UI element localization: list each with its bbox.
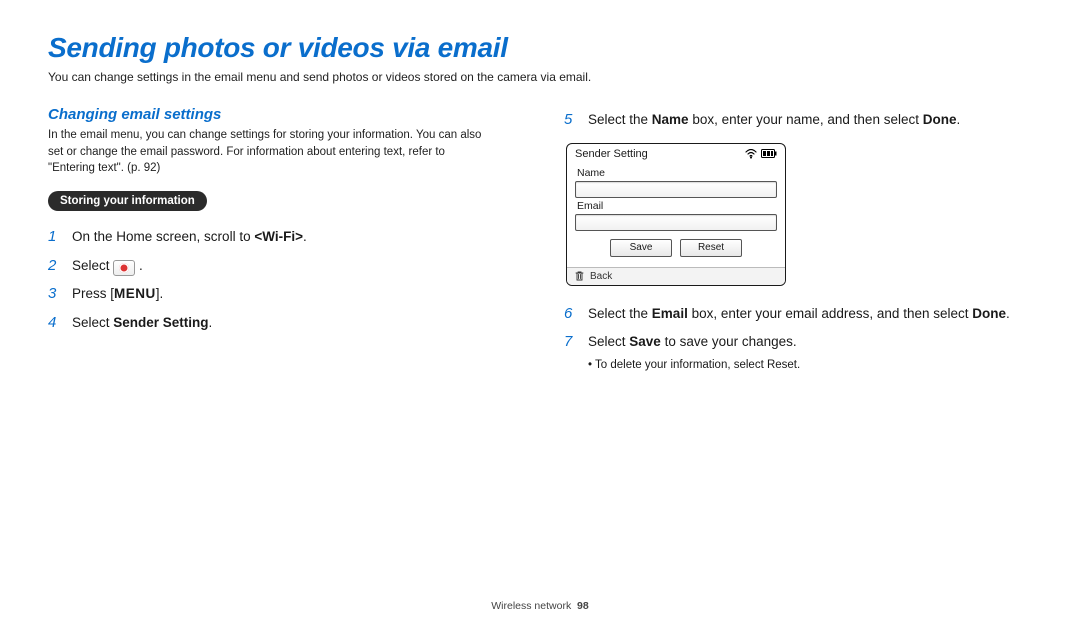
at-symbol-icon	[119, 263, 129, 273]
step-5: 5 Select the Name box, enter your name, …	[564, 106, 1032, 135]
manual-page: Sending photos or videos via email You c…	[0, 0, 1080, 630]
wifi-icon	[745, 149, 757, 159]
page-footer: Wireless network 98	[0, 600, 1080, 612]
steps-right-continued: 6 Select the Email box, enter your email…	[564, 300, 1032, 357]
step-text: Press [MENU].	[72, 281, 163, 307]
back-label[interactable]: Back	[590, 271, 612, 282]
name-input[interactable]	[575, 181, 777, 198]
steps-right: 5 Select the Name box, enter your name, …	[564, 106, 1032, 135]
step-text: Select the Name box, enter your name, an…	[588, 107, 960, 133]
step-text: Select the Email box, enter your email a…	[588, 301, 1010, 327]
step-7-sub: To delete your information, select Reset…	[588, 357, 1032, 374]
device-title: Sender Setting	[575, 148, 648, 160]
name-label: Name	[577, 167, 777, 179]
step-text: Select .	[72, 253, 143, 279]
step-7: 7 Select Save to save your changes.	[564, 328, 1032, 357]
content-columns: Changing email settings In the email men…	[48, 106, 1032, 374]
page-title: Sending photos or videos via email	[48, 32, 1032, 64]
step-number: 4	[48, 309, 62, 338]
step-2: 2 Select .	[48, 252, 516, 281]
page-number: 98	[577, 600, 589, 612]
email-label: Email	[577, 200, 777, 212]
status-icons	[745, 149, 777, 159]
step-text: On the Home screen, scroll to <Wi-Fi>.	[72, 224, 307, 250]
device-body: Name Email Save Reset	[567, 163, 785, 267]
device-header: Sender Setting	[567, 144, 785, 163]
device-footer: Back	[567, 267, 785, 285]
section-heading: Changing email settings	[48, 106, 516, 123]
device-buttons: Save Reset	[575, 239, 777, 257]
step-number: 5	[564, 106, 578, 135]
save-button[interactable]: Save	[610, 239, 672, 257]
step-1: 1 On the Home screen, scroll to <Wi-Fi>.	[48, 223, 516, 252]
subsection-pill: Storing your information	[48, 191, 207, 211]
step-6: 6 Select the Email box, enter your email…	[564, 300, 1032, 329]
page-intro: You can change settings in the email men…	[48, 70, 1032, 84]
step-number: 3	[48, 280, 62, 309]
trash-icon	[575, 271, 584, 281]
device-screenshot: Sender Setting Name Email	[566, 143, 786, 286]
reset-button[interactable]: Reset	[680, 239, 742, 257]
step-text: Select Sender Setting.	[72, 310, 212, 336]
steps-left: 1 On the Home screen, scroll to <Wi-Fi>.…	[48, 223, 516, 337]
step-number: 1	[48, 223, 62, 252]
menu-button-label: MENU	[114, 286, 156, 301]
step-number: 7	[564, 328, 578, 357]
email-app-icon	[113, 260, 135, 276]
footer-section: Wireless network	[491, 600, 571, 612]
step-4: 4 Select Sender Setting.	[48, 309, 516, 338]
battery-icon	[761, 149, 777, 158]
step-number: 2	[48, 252, 62, 281]
step-text: Select Save to save your changes.	[588, 329, 797, 355]
email-input[interactable]	[575, 214, 777, 231]
left-column: Changing email settings In the email men…	[48, 106, 516, 374]
step-number: 6	[564, 300, 578, 329]
right-column: 5 Select the Name box, enter your name, …	[564, 106, 1032, 374]
section-paragraph: In the email menu, you can change settin…	[48, 127, 488, 177]
step-3: 3 Press [MENU].	[48, 280, 516, 309]
